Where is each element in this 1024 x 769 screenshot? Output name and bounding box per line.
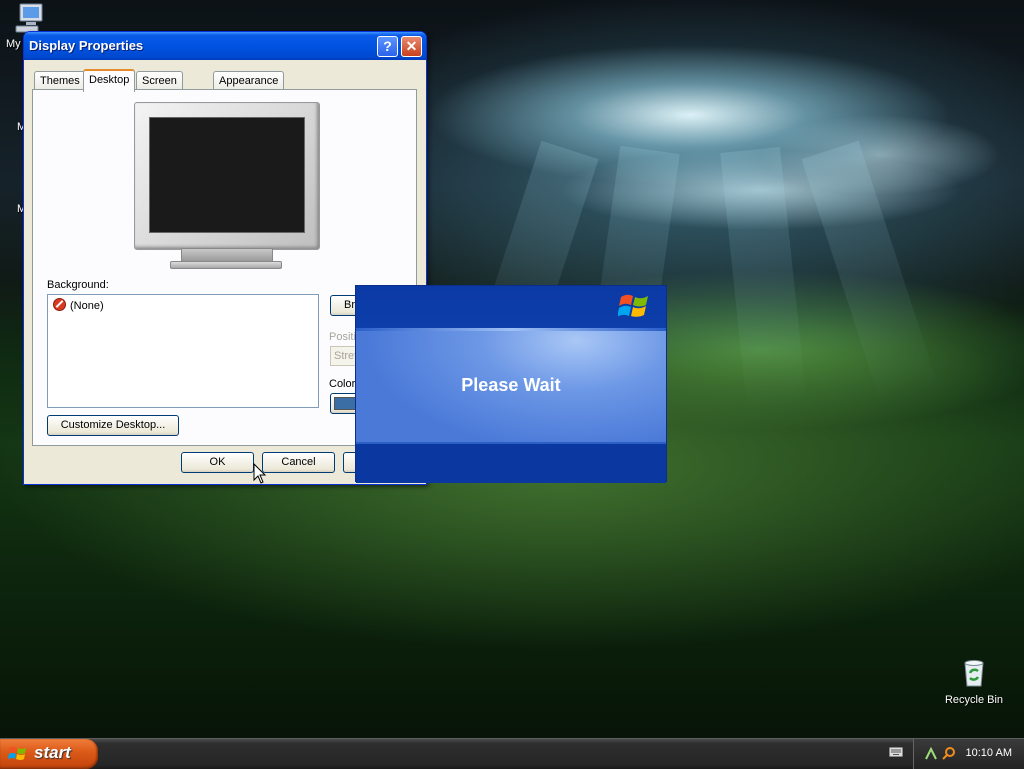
mouse-pointer-icon xyxy=(253,463,267,484)
clock[interactable]: 10:10 AM xyxy=(966,747,1012,759)
tab-desktop[interactable]: Desktop xyxy=(83,69,136,92)
background-label: Background: xyxy=(47,279,109,291)
recycle-bin-label: Recycle Bin xyxy=(944,694,1004,706)
background-item-label: (None) xyxy=(70,300,104,312)
monitor-preview xyxy=(134,102,320,250)
please-wait-message: Please Wait xyxy=(461,375,561,395)
desktop-icon-recycle-bin[interactable]: Recycle Bin xyxy=(938,656,1010,706)
wait-dialog-footer xyxy=(356,442,666,483)
search-icon[interactable] xyxy=(942,746,956,760)
background-item-none[interactable]: (None) xyxy=(53,298,104,314)
cancel-button[interactable]: Cancel xyxy=(262,452,335,473)
system-tray: 10:10 AM xyxy=(913,739,1024,769)
ok-button[interactable]: OK xyxy=(181,452,254,473)
monitor-stand xyxy=(181,248,273,262)
taskbar: start 10:10 AM xyxy=(0,738,1024,769)
window-title: Display Properties xyxy=(29,38,144,53)
light-ray xyxy=(720,146,808,412)
tab-themes[interactable]: Themes xyxy=(34,71,86,90)
title-bar[interactable]: Display Properties ? ✕ xyxy=(24,32,426,60)
keyboard-icon[interactable] xyxy=(889,747,903,757)
none-icon xyxy=(53,298,66,311)
color-label: Color: xyxy=(329,378,359,390)
position-label: Positi xyxy=(329,331,356,343)
light-ray xyxy=(801,140,939,407)
windows-logo-icon xyxy=(618,294,648,317)
customize-desktop-button[interactable]: Customize Desktop... xyxy=(47,415,179,436)
wait-dialog-header xyxy=(356,286,666,331)
monitor-base xyxy=(170,261,282,269)
start-button[interactable]: start xyxy=(0,739,98,769)
desktop-icon-label-my-computer: My xyxy=(6,38,21,50)
background-list[interactable]: (None) xyxy=(47,294,319,408)
network-icon[interactable] xyxy=(924,747,938,761)
recycle-bin-icon xyxy=(964,660,984,687)
monitor-preview-screen xyxy=(149,117,305,233)
start-label: start xyxy=(34,743,71,762)
tab-appearance[interactable]: Appearance xyxy=(213,71,285,90)
computer-icon xyxy=(15,3,43,33)
tab-screen-saver[interactable]: Screen Saver xyxy=(136,71,183,105)
windows-flag-icon xyxy=(8,747,26,760)
help-button[interactable]: ? xyxy=(377,36,398,57)
close-button[interactable]: ✕ xyxy=(401,36,422,57)
wait-dialog-body: Please Wait xyxy=(356,331,666,442)
please-wait-dialog: Please Wait xyxy=(355,285,667,483)
